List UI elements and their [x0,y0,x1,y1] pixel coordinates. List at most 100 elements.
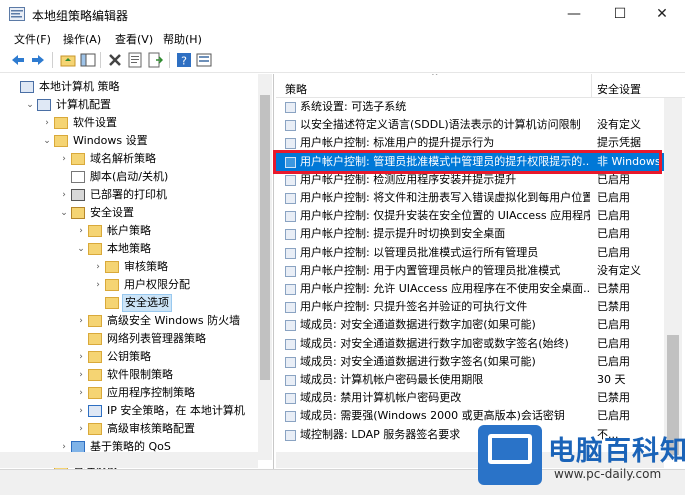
folder-icon [88,243,102,255]
expand-chevron-icon[interactable]: › [93,276,103,294]
expand-chevron-icon[interactable]: › [76,384,86,402]
tree-item[interactable]: 网络列表管理器策略 [0,330,260,348]
policy-icon [285,211,296,223]
tree-item[interactable]: ⌄ 安全设置 [0,204,260,222]
expand-chevron-icon[interactable]: › [59,150,69,168]
watermark-title: 电脑百科知识 [548,436,685,467]
column-header-policy[interactable]: 策略 [285,81,307,97]
menu-view[interactable]: 查看(V) [115,31,153,47]
menu-action[interactable]: 操作(A) [63,31,101,47]
expand-chevron-icon[interactable]: › [76,420,86,438]
folder-icon [88,315,102,327]
maximize-button[interactable]: ☐ [597,0,643,28]
policy-row[interactable]: 域成员: 计算机帐户密码最长使用期限 30 天 [276,371,664,389]
highlight-annotation-box [273,150,662,174]
show-hide-tree-icon[interactable] [80,52,96,68]
tree-item[interactable]: › 软件设置 [0,114,260,132]
policy-icon [285,320,296,332]
expand-chevron-icon[interactable]: › [93,258,103,276]
policy-list: ^ 策略 安全设置 系统设置: 可选子系统 以安全描述符定义语言(SDDL)语法表… [276,74,685,469]
policy-row[interactable]: 用户帐户控制: 提示提升时切换到安全桌面 已启用 [276,225,664,243]
policy-name: 用户帐户控制: 提示提升时切换到安全桌面 [300,227,506,241]
policy-name: 域成员: 对安全通道数据进行数字加密(如果可能) [300,318,536,332]
expand-chevron-icon[interactable]: › [76,312,86,330]
tree-item[interactable]: › IP 安全策略，在 本地计算机 [0,402,260,420]
policy-row[interactable]: 域成员: 需要强(Windows 2000 或更高版本)会话密钥 已启用 [276,407,664,425]
menu-help[interactable]: 帮助(H) [163,31,202,47]
tree-item[interactable]: › 帐户策略 [0,222,260,240]
tree-item[interactable]: › 已部署的打印机 [0,186,260,204]
toolbar-separator [169,52,170,68]
tree-item[interactable]: › 软件限制策略 [0,366,260,384]
tree-item[interactable]: ⌄ 本地策略 [0,240,260,258]
tree-item[interactable]: › 公钥策略 [0,348,260,366]
policy-row[interactable]: 用户帐户控制: 仅提升安装在安全位置的 UIAccess 应用程序 已启用 [276,207,664,225]
tree-item[interactable]: › 应用程序控制策略 [0,384,260,402]
toolbar-separator [52,52,53,68]
tree-item-label: 软件设置 [73,116,117,129]
forward-icon[interactable] [30,52,46,68]
export-list-icon[interactable] [147,52,163,68]
tree-item[interactable]: › 审核策略 [0,258,260,276]
tree-item[interactable]: 脚本(启动/关机) [0,168,260,186]
policy-name: 域成员: 计算机帐户密码最长使用期限 [300,373,484,386]
help-icon[interactable]: ? [176,52,192,68]
menu-file[interactable]: 文件(F) [14,31,51,47]
policy-row[interactable]: 用户帐户控制: 用于内置管理员帐户的管理员批准模式 没有定义 [276,262,664,280]
properties-icon[interactable] [127,52,143,68]
tree-item[interactable]: ⌄ 计算机配置 [0,96,260,114]
menu-bar: 文件(F) 操作(A) 查看(V) 帮助(H) [0,29,685,47]
policy-setting-value: 已启用 [597,318,630,332]
tree-item[interactable]: 安全选项 [0,294,260,312]
tree-horizontal-scrollbar[interactable] [0,452,258,468]
policy-row[interactable]: 域成员: 对安全通道数据进行数字签名(如果可能) 已启用 [276,353,664,371]
tree-item[interactable]: › 高级审核策略配置 [0,420,260,438]
collapse-chevron-icon[interactable]: ⌄ [25,96,35,114]
tree-item[interactable]: › 用户权限分配 [0,276,260,294]
tree-item-label: 高级安全 Windows 防火墙 [107,314,241,327]
folder-icon [105,297,119,309]
tree-scroll-thumb[interactable] [260,95,270,380]
expand-chevron-icon[interactable]: › [76,348,86,366]
toolbar-separator [100,52,101,68]
policy-row[interactable]: 域成员: 对安全通道数据进行数字加密(如果可能) 已启用 [276,316,664,334]
policy-row[interactable]: 用户帐户控制: 以管理员批准模式运行所有管理员 已启用 [276,244,664,262]
expand-chevron-icon[interactable]: › [42,114,52,132]
view-details-icon[interactable] [196,52,212,68]
tree-item[interactable]: › 高级安全 Windows 防火墙 [0,312,260,330]
policy-icon [285,174,296,186]
expand-chevron-icon[interactable]: › [76,402,86,420]
policy-setting-value: 已禁用 [597,300,630,314]
delete-icon[interactable] [107,52,123,68]
back-icon[interactable] [10,52,26,68]
column-header-security-setting[interactable]: 安全设置 [597,81,641,97]
policy-row[interactable]: 用户帐户控制: 允许 UIAccess 应用程序在不使用安全桌面... 已禁用 [276,280,664,298]
policy-icon [285,120,296,132]
collapse-chevron-icon[interactable]: ⌄ [76,240,86,258]
tree-item[interactable]: › 域名解析策略 [0,150,260,168]
policy-row[interactable]: 以安全描述符定义语言(SDDL)语法表示的计算机访问限制 没有定义 [276,116,664,134]
folder-icon [54,135,68,147]
policy-setting-value: 已启用 [597,245,630,259]
policy-row[interactable]: 域成员: 对安全通道数据进行数字加密或数字签名(始终) 已启用 [276,335,664,353]
folder-icon [88,369,102,381]
collapse-chevron-icon[interactable]: ⌄ [42,132,52,150]
collapse-chevron-icon[interactable]: ⌄ [59,204,69,222]
column-divider[interactable] [591,74,592,98]
expand-chevron-icon[interactable]: › [59,186,69,204]
policy-icon [285,393,296,405]
policy-row[interactable]: 用户帐户控制: 将文件和注册表写入错误虚拟化到每用户位置 已启用 [276,189,664,207]
up-folder-icon[interactable] [60,52,76,68]
computer-icon [20,81,34,93]
minimize-button[interactable]: — [551,0,597,28]
tree-item-label: 计算机配置 [56,98,111,111]
tree-item[interactable]: 本地计算机 策略 [0,78,260,96]
expand-chevron-icon[interactable]: › [76,366,86,384]
expand-chevron-icon[interactable]: › [76,222,86,240]
policy-row[interactable]: 域成员: 禁用计算机帐户密码更改 已禁用 [276,389,664,407]
policy-setting-value: 没有定义 [597,263,641,277]
close-button[interactable]: ✕ [639,0,685,28]
policy-row[interactable]: 系统设置: 可选子系统 [276,98,664,116]
tree-item[interactable]: ⌄ Windows 设置 [0,132,260,150]
policy-row[interactable]: 用户帐户控制: 只提升签名并验证的可执行文件 已禁用 [276,298,664,316]
